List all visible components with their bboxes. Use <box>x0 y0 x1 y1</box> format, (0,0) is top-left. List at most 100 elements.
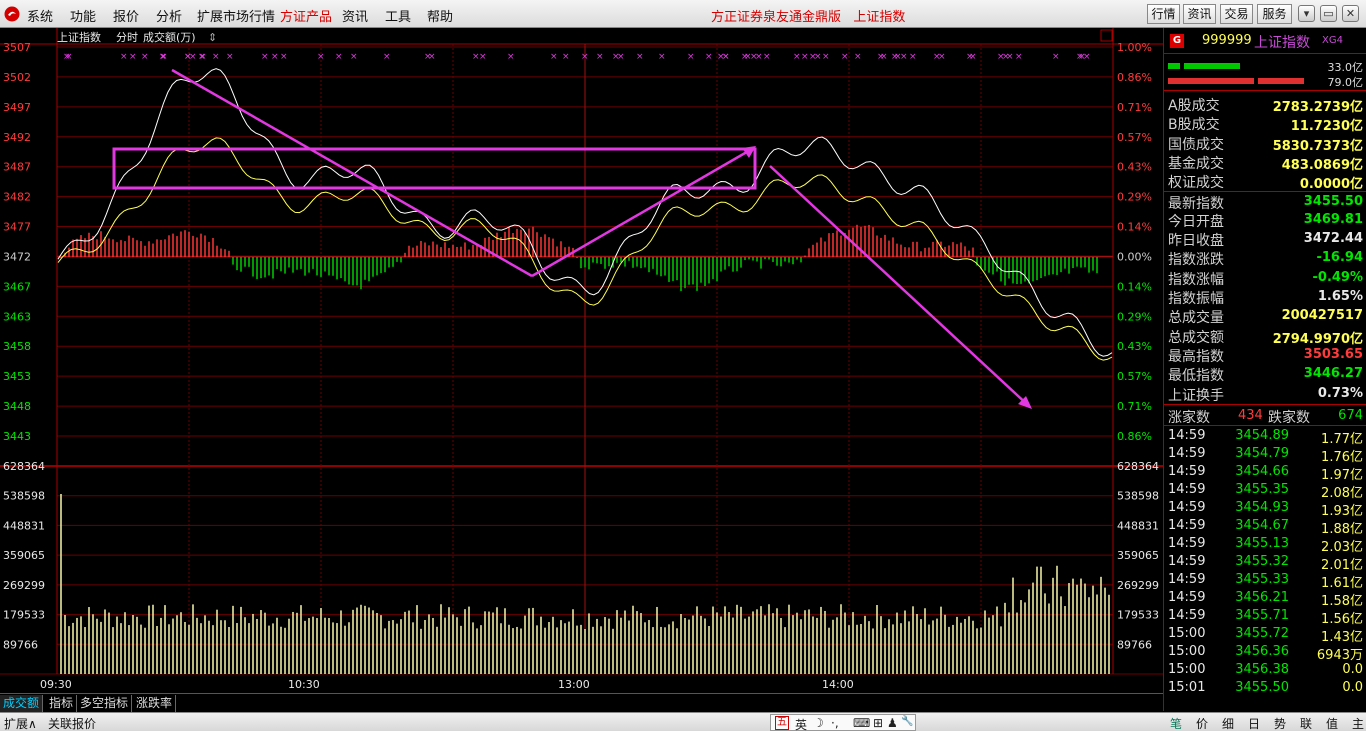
pct-axis-label: 0.57% <box>1117 370 1152 383</box>
stat-value: 483.0869亿 <box>1281 157 1363 173</box>
ime-wubi-icon[interactable]: 五 <box>775 716 789 730</box>
tab-long-short[interactable]: 多空指标 <box>77 695 133 712</box>
stat-row: 指数涨幅 -0.49% <box>1164 268 1366 288</box>
ime-english-icon[interactable]: 英 <box>795 716 807 731</box>
signal-mark: × <box>212 52 220 62</box>
minimize-button[interactable]: ▾ <box>1298 5 1315 22</box>
time-axis-label: 13:00 <box>558 678 590 691</box>
tick-row: 14:59 3454.79 1.76亿 <box>1164 444 1366 465</box>
menu-analysis[interactable]: 分析 <box>156 6 182 25</box>
tick-row: 14:59 3454.93 1.93亿 <box>1164 498 1366 519</box>
panel-tab[interactable]: 势 <box>1274 715 1286 731</box>
chart-index-name: 上证指数 <box>57 30 101 44</box>
app-logo-icon[interactable] <box>4 6 20 22</box>
panel-tab[interactable]: 笔 <box>1170 715 1182 731</box>
menu-extended-market[interactable]: 扩展市场行情 <box>197 6 275 25</box>
volume-axis-label: 179533 <box>3 609 45 622</box>
related-quotes-button[interactable]: 关联报价 <box>48 715 96 731</box>
intraday-chart[interactable]: × × × ×× × ×× ××× ×× × × ×× ×× ×× ×× × ××× ××× ×× × × × ××× ××… <box>0 28 1163 693</box>
menu-fangzheng-products[interactable]: 方证产品 <box>280 6 332 25</box>
tick-price: 3455.72 <box>1235 626 1289 641</box>
signal-mark: × <box>755 52 763 62</box>
signal-mark: × <box>997 52 1005 62</box>
signal-mark: × <box>383 52 391 62</box>
tick-price: 3454.67 <box>1235 518 1289 533</box>
signal-mark: × <box>894 52 902 62</box>
stat-label: 今日开盘 <box>1168 213 1224 230</box>
trade-button[interactable]: 交易 <box>1220 4 1253 24</box>
tab-rise-fall-ratio[interactable]: 涨跌率 <box>133 695 177 712</box>
signal-mark: × <box>636 52 644 62</box>
volume-axis-label: 269299 <box>3 579 45 592</box>
tick-time: 14:59 <box>1168 482 1206 497</box>
price-axis-label: 3448 <box>3 400 31 413</box>
menu-function[interactable]: 功能 <box>70 6 96 25</box>
ime-punctuation-icon[interactable]: ·, <box>831 716 839 730</box>
tick-price: 3454.79 <box>1235 446 1289 461</box>
stat-value: 5830.7373亿 <box>1272 138 1363 154</box>
ime-settings-icon[interactable]: 🔧 <box>901 716 913 727</box>
service-button[interactable]: 服务 <box>1257 4 1292 24</box>
tick-volume: 0.0 <box>1342 680 1363 695</box>
strength-top-value: 33.0亿 <box>1327 61 1364 74</box>
signal-mark: × <box>198 52 206 62</box>
menu-help[interactable]: 帮助 <box>427 6 453 25</box>
title-index-name: 上证指数 <box>853 10 906 25</box>
stat-value: 3469.81 <box>1303 211 1363 227</box>
tick-row: 14:59 3456.21 1.58亿 <box>1164 588 1366 609</box>
tab-turnover[interactable]: 成交额 <box>0 695 44 712</box>
quote-panel: G 999999 上证指数 XG4 33.0亿 79.0亿 A股成交 2783.2… <box>1163 28 1366 711</box>
panel-tab[interactable]: 联 <box>1300 715 1312 731</box>
tick-time: 14:59 <box>1168 608 1206 623</box>
time-axis-label: 09:30 <box>40 678 72 691</box>
market-badge: G <box>1170 34 1184 48</box>
chart-mode[interactable]: 分时 <box>116 31 138 44</box>
menu-news[interactable]: 资讯 <box>342 6 368 25</box>
volume-axis-label: 89766 <box>3 638 38 651</box>
ime-keyboard-icon[interactable]: ⌨ <box>853 716 870 730</box>
news-button[interactable]: 资讯 <box>1183 4 1216 24</box>
menu-bar: 系统 功能 报价 分析 扩展市场行情 方证产品 资讯 工具 帮助 方正证券泉友通… <box>0 0 1366 28</box>
menu-tools[interactable]: 工具 <box>385 6 411 25</box>
restore-button[interactable]: ▭ <box>1320 5 1337 22</box>
signal-mark: × <box>472 52 480 62</box>
close-button[interactable]: ✕ <box>1342 5 1359 22</box>
chart-indicator-name[interactable]: 成交额(万) <box>143 30 196 44</box>
tick-price: 3454.89 <box>1235 428 1289 443</box>
menu-quote[interactable]: 报价 <box>113 6 139 25</box>
stat-value: 11.7230亿 <box>1290 119 1363 135</box>
stat-value: 1.65% <box>1317 289 1363 304</box>
panel-tab[interactable]: 值 <box>1326 715 1338 731</box>
tick-time: 14:59 <box>1168 554 1206 569</box>
tab-indicator[interactable]: 指标 <box>46 695 78 712</box>
tick-time: 14:59 <box>1168 500 1206 515</box>
panel-tab[interactable]: 价 <box>1196 715 1208 731</box>
signal-mark: × <box>969 52 977 62</box>
signal-mark: × <box>335 52 343 62</box>
price-axis-label: 3502 <box>3 71 31 84</box>
ime-skin-icon[interactable]: ♟ <box>887 716 898 730</box>
pct-axis-label: 0.86% <box>1117 71 1152 84</box>
quote-button[interactable]: 行情 <box>1147 4 1180 24</box>
panel-tab[interactable]: 日 <box>1248 715 1260 731</box>
ime-menu-icon[interactable]: ⊞ <box>873 716 883 730</box>
stat-row: 昨日收盘 3472.44 <box>1164 229 1366 249</box>
stat-value: 2794.9970亿 <box>1272 331 1363 347</box>
stat-value: 3455.50 <box>1303 193 1363 209</box>
stat-value: 3472.44 <box>1303 231 1363 247</box>
panel-tab[interactable]: 主 <box>1352 715 1364 731</box>
tick-time: 14:59 <box>1168 518 1206 533</box>
panel-tab[interactable]: 细 <box>1222 715 1234 731</box>
signal-mark: × <box>814 52 822 62</box>
tick-price: 3455.13 <box>1235 536 1289 551</box>
indicator-switch-icon[interactable]: ⇕ <box>208 31 217 44</box>
stat-row: 权证成交 0.0000亿 <box>1164 171 1366 192</box>
signal-mark: × <box>617 52 625 62</box>
stat-label: 最低指数 <box>1168 368 1224 385</box>
ime-halfwidth-icon[interactable]: ☽ <box>813 716 824 730</box>
price-axis-label: 3467 <box>3 280 31 293</box>
volume-axis-label-right: 179533 <box>1117 609 1159 622</box>
signal-mark: × <box>596 52 604 62</box>
menu-system[interactable]: 系统 <box>27 6 53 25</box>
expand-button[interactable]: 扩展∧ <box>4 715 37 731</box>
